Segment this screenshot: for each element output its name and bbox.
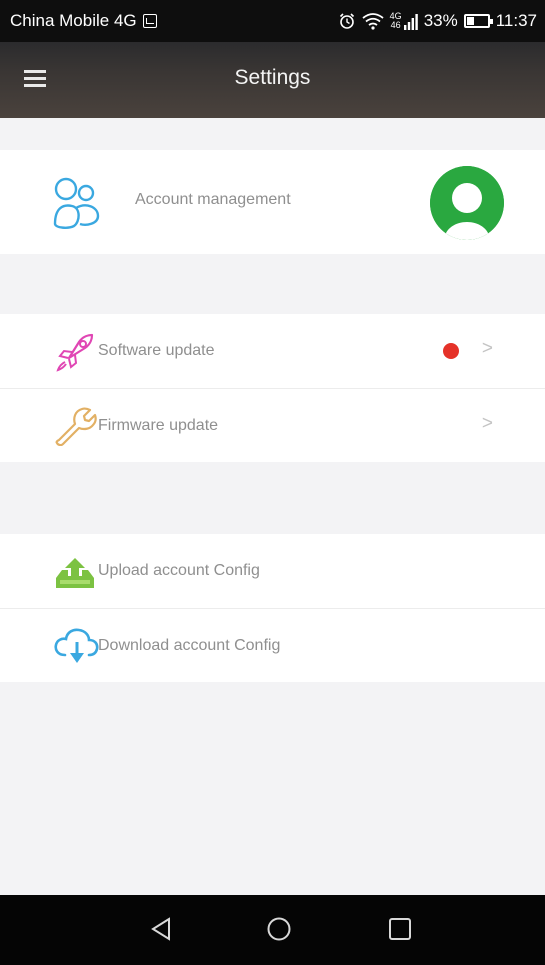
back-icon[interactable] [150, 917, 172, 941]
avatar-placeholder-icon [430, 166, 504, 240]
status-right: 4G 46 33% 11:37 [338, 11, 537, 31]
page-title: Settings [234, 66, 311, 89]
software-update-label: Software update [98, 342, 215, 359]
chevron-right-icon: > [481, 338, 493, 359]
upload-config-row[interactable]: Upload account Config [0, 534, 545, 608]
home-icon[interactable] [266, 917, 292, 943]
firmware-update-row[interactable]: Firmware update > [0, 389, 545, 462]
network-type-label: 4G 46 [389, 11, 402, 30]
upload-config-label: Upload account Config [98, 562, 260, 579]
account-management-row[interactable]: Account management [0, 150, 545, 254]
carrier-label: China Mobile 4G [10, 11, 137, 30]
users-icon [53, 177, 100, 229]
system-nav-bar [0, 895, 545, 965]
wifi-icon [362, 13, 384, 30]
chevron-right-icon: > [481, 413, 493, 434]
software-update-row[interactable]: Software update > [0, 314, 545, 388]
signal-icon [403, 14, 418, 30]
download-cloud-icon [54, 628, 99, 663]
sim-icon [142, 14, 157, 28]
battery-percent: 33% [423, 11, 458, 30]
wrench-icon [55, 407, 97, 446]
status-left: China Mobile 4G [10, 11, 157, 31]
download-config-row[interactable]: Download account Config [0, 609, 545, 682]
rocket-icon [56, 333, 94, 372]
clock: 11:37 [495, 11, 537, 30]
alarm-icon [339, 13, 354, 29]
battery-icon [463, 14, 493, 28]
status-bar: China Mobile 4G 4G 46 33% 11:37 [0, 0, 545, 42]
firmware-update-label: Firmware update [98, 417, 219, 434]
recents-icon[interactable] [388, 917, 412, 941]
avatar[interactable] [430, 166, 504, 240]
network-indicator: 4G 46 [390, 12, 418, 30]
download-config-label: Download account Config [98, 637, 281, 654]
update-badge-dot [443, 343, 459, 359]
upload-icon [56, 558, 94, 588]
app-bar: Settings [0, 42, 545, 118]
account-management-label: Account management [135, 191, 291, 208]
